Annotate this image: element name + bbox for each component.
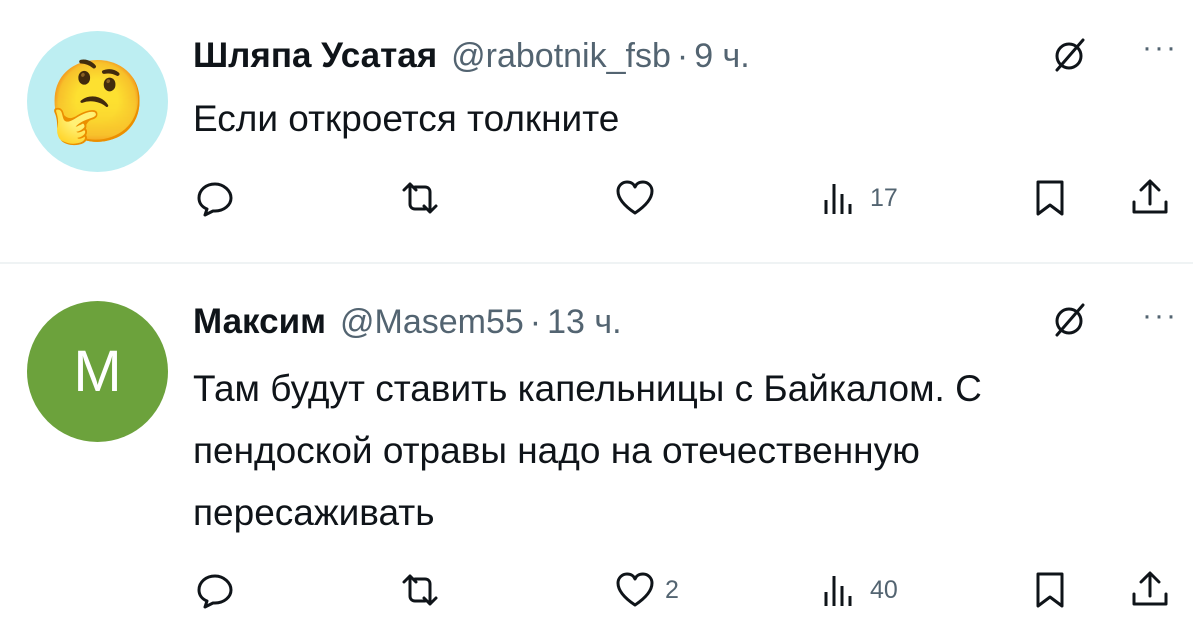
grok-icon[interactable]	[1047, 297, 1093, 343]
bookmark-button[interactable]	[1028, 560, 1072, 620]
tweet-text: Если откроется толкните	[193, 98, 620, 139]
bookmark-icon	[1036, 180, 1064, 216]
thinking-face-emoji: 🤔	[47, 56, 148, 146]
tweet-actions: 2 40	[193, 560, 1183, 620]
author-name[interactable]: Максим	[193, 302, 326, 342]
share-icon	[1132, 571, 1168, 606]
author-handle[interactable]: @rabotnik_fsb	[451, 37, 671, 76]
tweet-2[interactable]: M Максим @Masem55 · 13 ч. ··· Там будут …	[0, 264, 1193, 631]
retweet-icon	[402, 182, 438, 214]
tweet-header: Максим @Masem55 · 13 ч.	[193, 300, 1163, 344]
grok-icon[interactable]	[1047, 32, 1093, 78]
like-button[interactable]	[613, 168, 665, 228]
author-handle[interactable]: @Masem55	[340, 303, 524, 342]
views-button[interactable]: 17	[818, 168, 898, 228]
timestamp[interactable]: 9 ч.	[694, 37, 750, 76]
separator: ·	[529, 302, 542, 341]
views-count: 17	[870, 183, 898, 212]
share-button[interactable]	[1128, 560, 1172, 620]
views-count: 40	[870, 575, 898, 604]
separator: ·	[676, 36, 689, 75]
tweet-actions: 17	[193, 168, 1183, 228]
tweet-text: Там будут ставить капельницы с Байкалом.…	[193, 368, 982, 533]
author-name[interactable]: Шляпа Усатая	[193, 36, 437, 76]
avatar-letter: M	[73, 339, 122, 404]
like-icon	[616, 180, 654, 215]
timestamp[interactable]: 13 ч.	[547, 303, 621, 342]
views-button[interactable]: 40	[818, 560, 898, 620]
more-icon[interactable]: ···	[1142, 301, 1178, 331]
views-icon	[824, 184, 852, 214]
views-icon	[824, 576, 852, 606]
reply-icon	[197, 574, 233, 609]
bookmark-button[interactable]	[1028, 168, 1072, 228]
like-button[interactable]: 2	[613, 560, 679, 620]
retweet-button[interactable]	[398, 168, 442, 228]
avatar[interactable]: 🤔	[27, 31, 168, 172]
avatar[interactable]: M	[27, 301, 168, 442]
reply-icon	[197, 182, 233, 217]
tweet-1[interactable]: 🤔 Шляпа Усатая @rabotnik_fsb · 9 ч. ··· …	[0, 0, 1193, 262]
bookmark-icon	[1036, 572, 1064, 608]
like-count: 2	[665, 575, 679, 604]
reply-button[interactable]	[193, 168, 237, 228]
reply-button[interactable]	[193, 560, 237, 620]
share-button[interactable]	[1128, 168, 1172, 228]
more-icon[interactable]: ···	[1142, 33, 1178, 63]
tweet-header: Шляпа Усатая @rabotnik_fsb · 9 ч.	[193, 34, 1163, 78]
like-icon	[616, 572, 654, 607]
retweet-button[interactable]	[398, 560, 442, 620]
share-icon	[1132, 179, 1168, 214]
retweet-icon	[402, 574, 438, 606]
